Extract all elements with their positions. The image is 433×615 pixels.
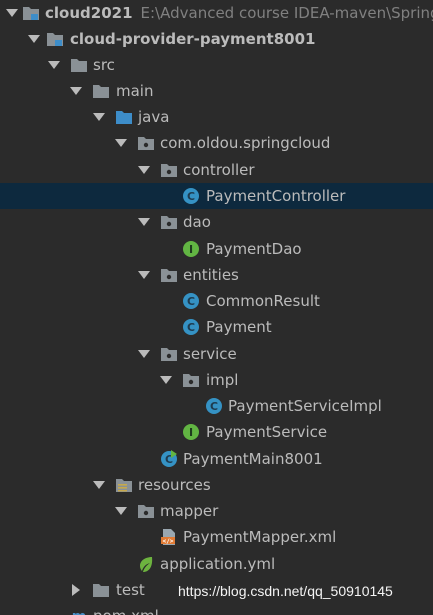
svg-text:C: C xyxy=(187,321,195,334)
project-path: E:\Advanced course IDEA-maven\SpringC xyxy=(140,4,433,22)
tree-label: PaymentServiceImpl xyxy=(228,397,382,415)
spring-yml-icon xyxy=(137,555,155,573)
tree-row-service[interactable]: service xyxy=(0,341,433,367)
tree-label: impl xyxy=(206,371,239,389)
expand-arrow-icon[interactable] xyxy=(138,166,150,174)
package-icon xyxy=(182,371,200,389)
tree-label: service xyxy=(183,345,237,363)
svg-text:I: I xyxy=(189,426,193,439)
svg-text:</>: </> xyxy=(163,538,174,545)
expand-arrow-icon[interactable] xyxy=(138,218,150,226)
tree-label: mapper xyxy=(160,502,219,520)
expand-arrow-icon[interactable] xyxy=(28,35,40,43)
tree-label: src xyxy=(93,56,115,74)
tree-label: PaymentDao xyxy=(206,240,302,258)
expand-arrow-icon[interactable] xyxy=(115,507,127,515)
expand-arrow-icon[interactable] xyxy=(70,87,82,95)
tree-label: java xyxy=(138,108,170,126)
tree-row-commonresult[interactable]: C CommonResult xyxy=(0,288,433,314)
package-icon xyxy=(160,213,178,231)
tree-label: PaymentController xyxy=(206,187,346,205)
tree-row-controller[interactable]: controller xyxy=(0,157,433,183)
tree-row-application-yml[interactable]: application.yml xyxy=(0,551,433,577)
expand-arrow-icon[interactable] xyxy=(138,271,150,279)
maven-icon: m xyxy=(70,607,88,615)
tree-label: entities xyxy=(183,266,239,284)
project-name: cloud2021 xyxy=(45,4,133,22)
tree-row-mapper[interactable]: mapper xyxy=(0,498,433,524)
tree-row-java[interactable]: java xyxy=(0,104,433,130)
class-icon: C xyxy=(182,292,200,310)
tree-label: dao xyxy=(183,213,211,231)
tree-row-package[interactable]: com.oldou.springcloud xyxy=(0,130,433,156)
resources-folder-icon xyxy=(115,476,133,494)
tree-row-paymentserviceimpl[interactable]: C PaymentServiceImpl xyxy=(0,393,433,419)
tree-label: CommonResult xyxy=(206,292,320,310)
tree-label: PaymentMain8001 xyxy=(183,450,323,468)
expand-arrow-icon[interactable] xyxy=(138,350,150,358)
tree-row-cloud2021[interactable]: cloud2021 E:\Advanced course IDEA-maven\S… xyxy=(0,0,433,26)
svg-text:I: I xyxy=(189,243,193,256)
tree-label: PaymentMapper.xml xyxy=(183,528,337,546)
spring-boot-class-icon: C xyxy=(160,450,178,468)
tree-label: main xyxy=(116,82,154,100)
package-icon xyxy=(137,502,155,520)
tree-label: cloud-provider-payment8001 xyxy=(70,30,316,48)
interface-icon: I xyxy=(182,423,200,441)
project-folder-icon xyxy=(22,4,40,22)
svg-text:C: C xyxy=(210,400,218,413)
source-folder-icon xyxy=(115,108,133,126)
tree-row-src[interactable]: src xyxy=(0,52,433,78)
tree-row-payment[interactable]: C Payment xyxy=(0,314,433,340)
tree-row-paymentmain8001[interactable]: C PaymentMain8001 xyxy=(0,446,433,472)
folder-icon xyxy=(70,56,88,74)
tree-label: controller xyxy=(183,161,255,179)
expand-arrow-icon[interactable] xyxy=(160,376,172,384)
folder-icon xyxy=(92,82,110,100)
package-icon xyxy=(160,266,178,284)
tree-row-paymentdao[interactable]: I PaymentDao xyxy=(0,236,433,262)
tree-label: PaymentService xyxy=(206,423,328,441)
tree-label: resources xyxy=(138,476,211,494)
folder-icon xyxy=(92,581,110,599)
collapse-arrow-icon[interactable] xyxy=(72,584,80,596)
xml-file-icon: </> xyxy=(160,528,178,546)
expand-arrow-icon[interactable] xyxy=(93,113,105,121)
package-icon xyxy=(160,161,178,179)
tree-row-paymentmapper[interactable]: </> PaymentMapper.xml xyxy=(0,524,433,550)
expand-arrow-icon[interactable] xyxy=(48,61,60,69)
tree-label: pom.xml xyxy=(93,606,159,615)
class-icon: C xyxy=(182,187,200,205)
tree-row-paymentcontroller[interactable]: C PaymentController xyxy=(0,183,433,209)
module-folder-icon xyxy=(46,30,64,48)
package-icon xyxy=(137,134,155,152)
tree-label: com.oldou.springcloud xyxy=(160,134,331,152)
watermark-text: https://blog.csdn.net/qq_50910145 xyxy=(178,583,393,599)
expand-arrow-icon[interactable] xyxy=(115,139,127,147)
expand-arrow-icon[interactable] xyxy=(93,481,105,489)
svg-text:C: C xyxy=(187,190,195,203)
tree-row-dao[interactable]: dao xyxy=(0,209,433,235)
project-tree: cloud2021 E:\Advanced course IDEA-maven\S… xyxy=(0,0,433,615)
tree-row-paymentservice[interactable]: I PaymentService xyxy=(0,419,433,445)
tree-row-entities[interactable]: entities xyxy=(0,262,433,288)
class-icon: C xyxy=(205,397,223,415)
tree-label: test xyxy=(116,581,145,599)
tree-row-module[interactable]: cloud-provider-payment8001 xyxy=(0,26,433,52)
class-icon: C xyxy=(182,318,200,336)
package-icon xyxy=(160,345,178,363)
tree-row-main[interactable]: main xyxy=(0,78,433,104)
tree-row-impl[interactable]: impl xyxy=(0,367,433,393)
tree-row-resources[interactable]: resources xyxy=(0,472,433,498)
interface-icon: I xyxy=(182,240,200,258)
svg-text:C: C xyxy=(187,295,195,308)
tree-label: Payment xyxy=(206,318,272,336)
svg-text:m: m xyxy=(72,609,87,615)
tree-row-pom[interactable]: m pom.xml xyxy=(0,603,433,615)
tree-label: application.yml xyxy=(160,555,276,573)
expand-arrow-icon[interactable] xyxy=(6,9,18,17)
